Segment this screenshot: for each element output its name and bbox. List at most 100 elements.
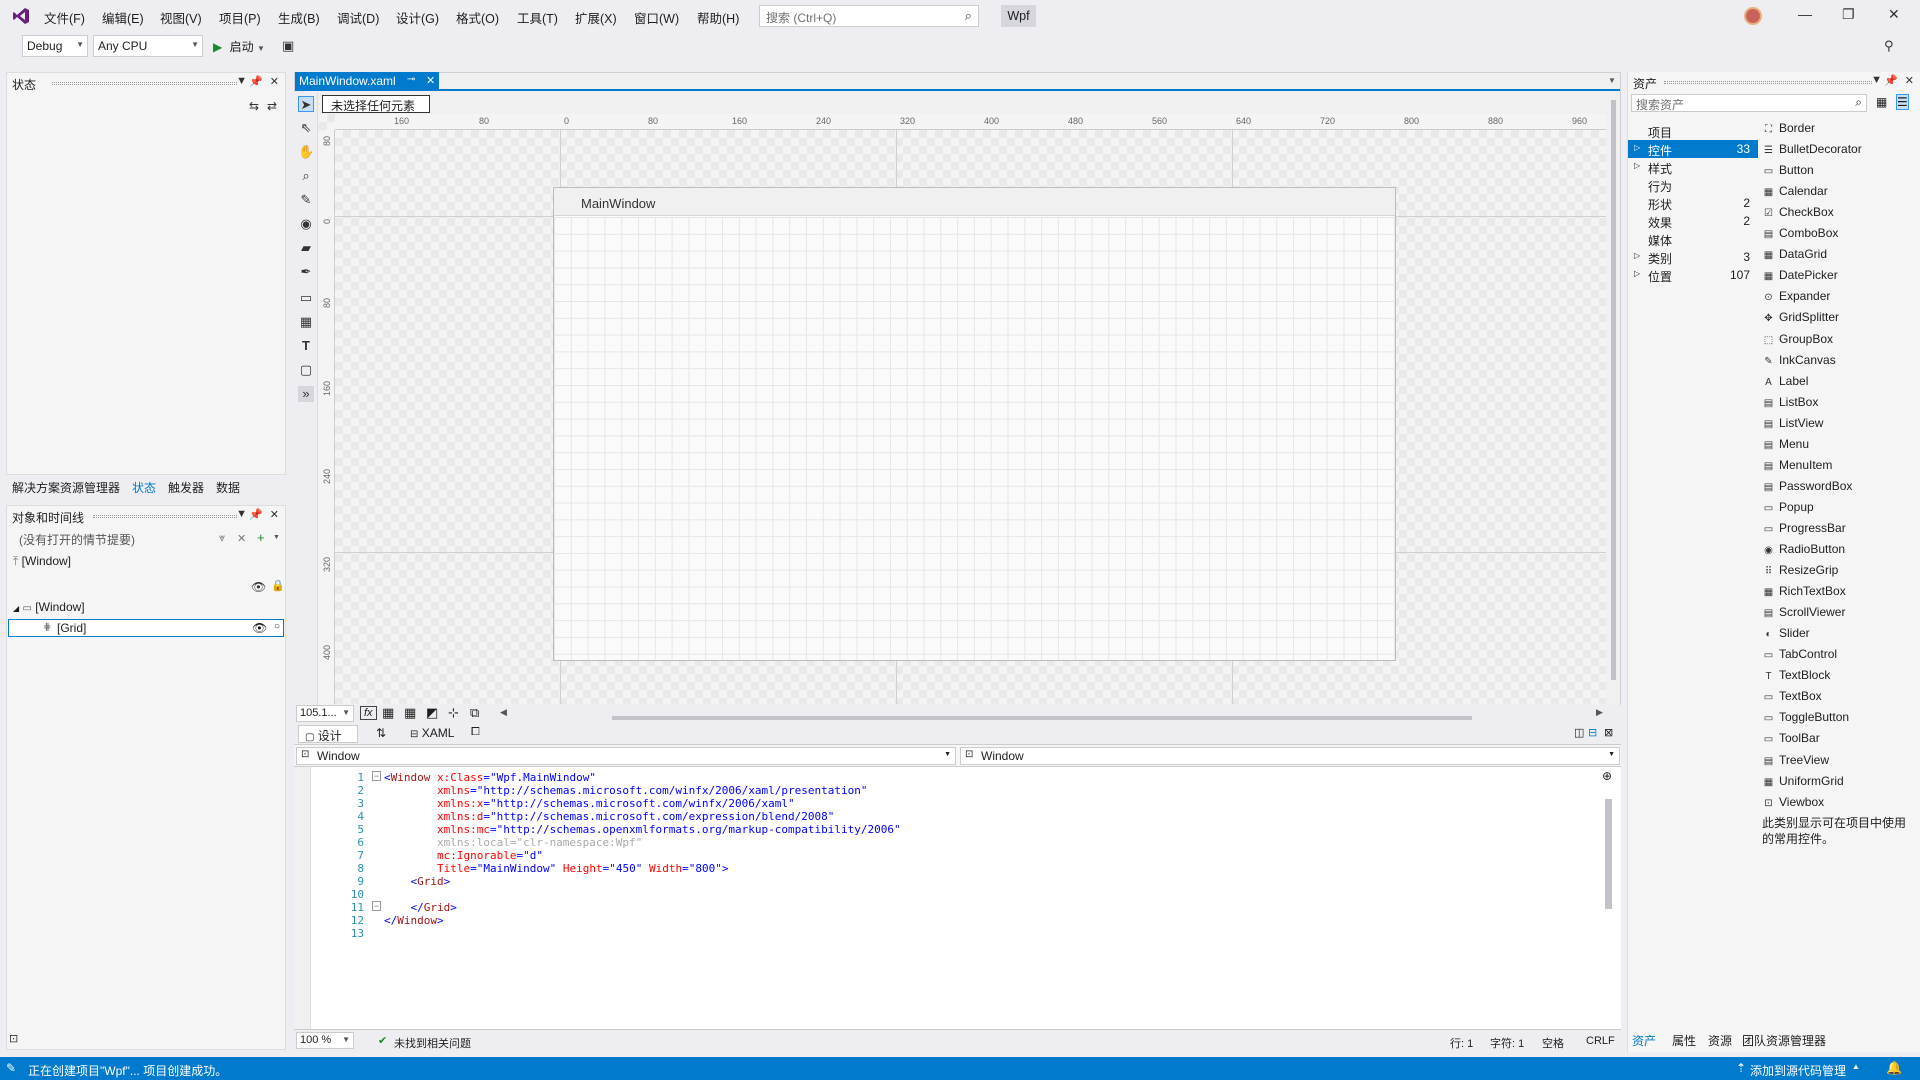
asset-control-item[interactable]: ▤ ComboBox (1762, 226, 1839, 240)
scroll-right-icon[interactable]: ▶ (1596, 707, 1603, 718)
swap-panes-icon[interactable]: ⇅ (376, 726, 386, 740)
textblock-tool-icon[interactable]: T (298, 338, 314, 354)
asset-category[interactable]: ▷ 位置 107 (1628, 266, 1758, 284)
chevron-down-icon[interactable]: ▼ (273, 534, 280, 541)
list-view-icon[interactable]: ☰ (1896, 94, 1909, 110)
fx-effects-icon[interactable]: fx (360, 706, 377, 720)
menu-item[interactable]: 生成(B) (278, 8, 320, 27)
tab-xaml[interactable]: ⊟ XAML (410, 726, 454, 740)
collapse-icon[interactable]: ⩔ (219, 532, 225, 545)
tab-triggers[interactable]: 触发器 (168, 479, 204, 496)
fold-icon[interactable]: − (372, 771, 381, 781)
project-code-icon[interactable]: ⧉ (470, 705, 479, 721)
issues-label[interactable]: 未找到相关问题 (394, 1035, 471, 1051)
whitespace-mode[interactable]: 空格 (1542, 1035, 1564, 1051)
menu-item[interactable]: 窗口(W) (634, 8, 679, 27)
expand-icon[interactable]: ▷ (1634, 251, 1640, 260)
lock-open-icon[interactable]: ○ (274, 621, 280, 632)
selection-breadcrumb[interactable]: 未选择任何元素 (322, 95, 430, 113)
fold-icon[interactable]: − (372, 901, 381, 911)
pan-tool-icon[interactable]: ✋ (298, 144, 314, 160)
asset-control-item[interactable]: ▤ MenuItem (1762, 458, 1833, 472)
menu-item[interactable]: 帮助(H) (697, 8, 739, 27)
eye-icon[interactable]: 👁 (252, 621, 267, 635)
expand-icon[interactable]: ▷ (1634, 269, 1640, 278)
wpf-window-grid[interactable] (554, 217, 1395, 660)
asset-control-item[interactable]: ✥ GridSplitter (1762, 310, 1839, 324)
add-state-group-icon[interactable]: ⇆ (249, 99, 259, 113)
screen-icon[interactable]: ▣ (282, 38, 294, 54)
asset-control-item[interactable]: ▤ Menu (1762, 437, 1809, 451)
horizontal-split-icon[interactable]: ⊟ (1588, 726, 1597, 739)
paint-bucket-tool-icon[interactable]: ◉ (298, 216, 314, 232)
scroll-thumb[interactable] (1611, 100, 1616, 680)
menu-item[interactable]: 编辑(E) (102, 8, 144, 27)
line-ending[interactable]: CRLF (1586, 1035, 1615, 1047)
storyboard-picker[interactable]: (没有打开的情节提要) (11, 530, 251, 548)
timeline-icon[interactable]: ⊡ (9, 1032, 18, 1045)
asset-category[interactable]: ▷ 类别 3 (1628, 248, 1758, 266)
collapse-pane-icon[interactable]: ⊠ (1604, 726, 1613, 739)
asset-control-item[interactable]: ▭ ProgressBar (1762, 521, 1846, 535)
tab-team-explorer[interactable]: 团队资源管理器 (1742, 1032, 1826, 1049)
zoom-select[interactable]: 105.1... ▼ (296, 705, 354, 722)
editor-vscrollbar[interactable] (1604, 789, 1614, 1029)
grid-tool-icon[interactable]: ▦ (298, 314, 314, 330)
tab-states[interactable]: 状态 (132, 479, 156, 496)
pin-icon[interactable]: 📌 (249, 508, 263, 521)
notification-bell-icon[interactable]: 🔔 (1886, 1060, 1902, 1076)
more-tools-icon[interactable]: » (298, 386, 314, 402)
select-tool-icon[interactable]: ➤ (298, 96, 314, 112)
designer-hscrollbar[interactable] (612, 716, 1472, 720)
asset-category[interactable]: 行为 (1628, 176, 1758, 194)
tab-mainwindow-xaml[interactable]: MainWindow.xaml ⊸ ✕ (295, 72, 439, 90)
asset-control-item[interactable]: ✎ InkCanvas (1762, 353, 1835, 367)
asset-control-item[interactable]: ▤ PasswordBox (1762, 479, 1853, 493)
asset-control-item[interactable]: ☰ BulletDecorator (1762, 142, 1862, 156)
expand-icon[interactable]: ▷ (1634, 143, 1640, 152)
menu-item[interactable]: 项目(P) (219, 8, 261, 27)
designer-vscrollbar[interactable] (1610, 92, 1618, 702)
tab-resources[interactable]: 资源 (1708, 1032, 1732, 1049)
rectangle-tool-icon[interactable]: ▭ (298, 290, 314, 306)
zoom-tool-icon[interactable]: ⌕ (298, 168, 314, 184)
grid-toggle-icon[interactable]: ▦ (382, 705, 394, 721)
pin-icon[interactable]: ⊸ (407, 74, 415, 85)
asset-category[interactable]: 媒体 (1628, 230, 1758, 248)
menu-item[interactable]: 文件(F) (44, 8, 85, 27)
lock-icon[interactable]: 🔒 (271, 579, 285, 592)
platform-select[interactable]: Any CPU ▼ (93, 35, 203, 57)
tab-design[interactable]: ▢ 设计 (298, 725, 358, 743)
add-storyboard-icon[interactable]: + (257, 530, 265, 545)
controls-tool-icon[interactable]: ▢ (298, 362, 314, 378)
editor-zoom-select[interactable]: 100 % ▼ (296, 1032, 354, 1049)
dropdown-icon[interactable]: ▼ (236, 75, 247, 87)
xaml-editor[interactable]: 1 <Window x:Class="Wpf.MainWindow" 2 xmlns… (294, 767, 1621, 1029)
vertical-split-icon[interactable]: ◫ (1574, 726, 1584, 739)
asset-control-item[interactable]: ▭ Button (1762, 163, 1814, 177)
start-button[interactable]: ▶ 启动 ▼ (213, 38, 265, 55)
asset-category[interactable]: ▷ 样式 (1628, 158, 1758, 176)
asset-control-item[interactable]: ▦ UniformGrid (1762, 774, 1844, 788)
snap-lines-icon[interactable]: ⊹ (448, 705, 459, 721)
grid-view-icon[interactable]: ▦ (1876, 95, 1887, 109)
menu-item[interactable]: 调试(D) (337, 8, 379, 27)
asset-control-item[interactable]: ⛶ Border (1762, 121, 1815, 135)
asset-control-item[interactable]: ▤ TreeView (1762, 753, 1829, 767)
menu-item[interactable]: 格式(O) (456, 8, 499, 27)
asset-category[interactable]: 形状 2 (1628, 194, 1758, 212)
asset-control-item[interactable]: ▭ ToolBar (1762, 731, 1820, 745)
close-icon[interactable]: ✕ (1888, 6, 1900, 23)
minimize-icon[interactable]: — (1798, 6, 1812, 22)
eye-icon[interactable]: 👁 (251, 580, 266, 594)
scroll-thumb[interactable] (1605, 799, 1612, 909)
tab-solution-explorer[interactable]: 解决方案资源管理器 (12, 479, 120, 496)
transition-icon[interactable]: ⇄ (267, 99, 277, 113)
asset-control-item[interactable]: ☑ CheckBox (1762, 205, 1834, 219)
asset-control-item[interactable]: ▤ ListBox (1762, 395, 1819, 409)
scroll-left-icon[interactable]: ◀ (500, 707, 507, 718)
close-icon[interactable]: ✕ (270, 508, 279, 521)
asset-control-item[interactable]: ▦ DatePicker (1762, 268, 1838, 282)
expand-icon[interactable]: ▷ (1634, 161, 1640, 170)
tab-properties[interactable]: 属性 (1672, 1032, 1696, 1049)
